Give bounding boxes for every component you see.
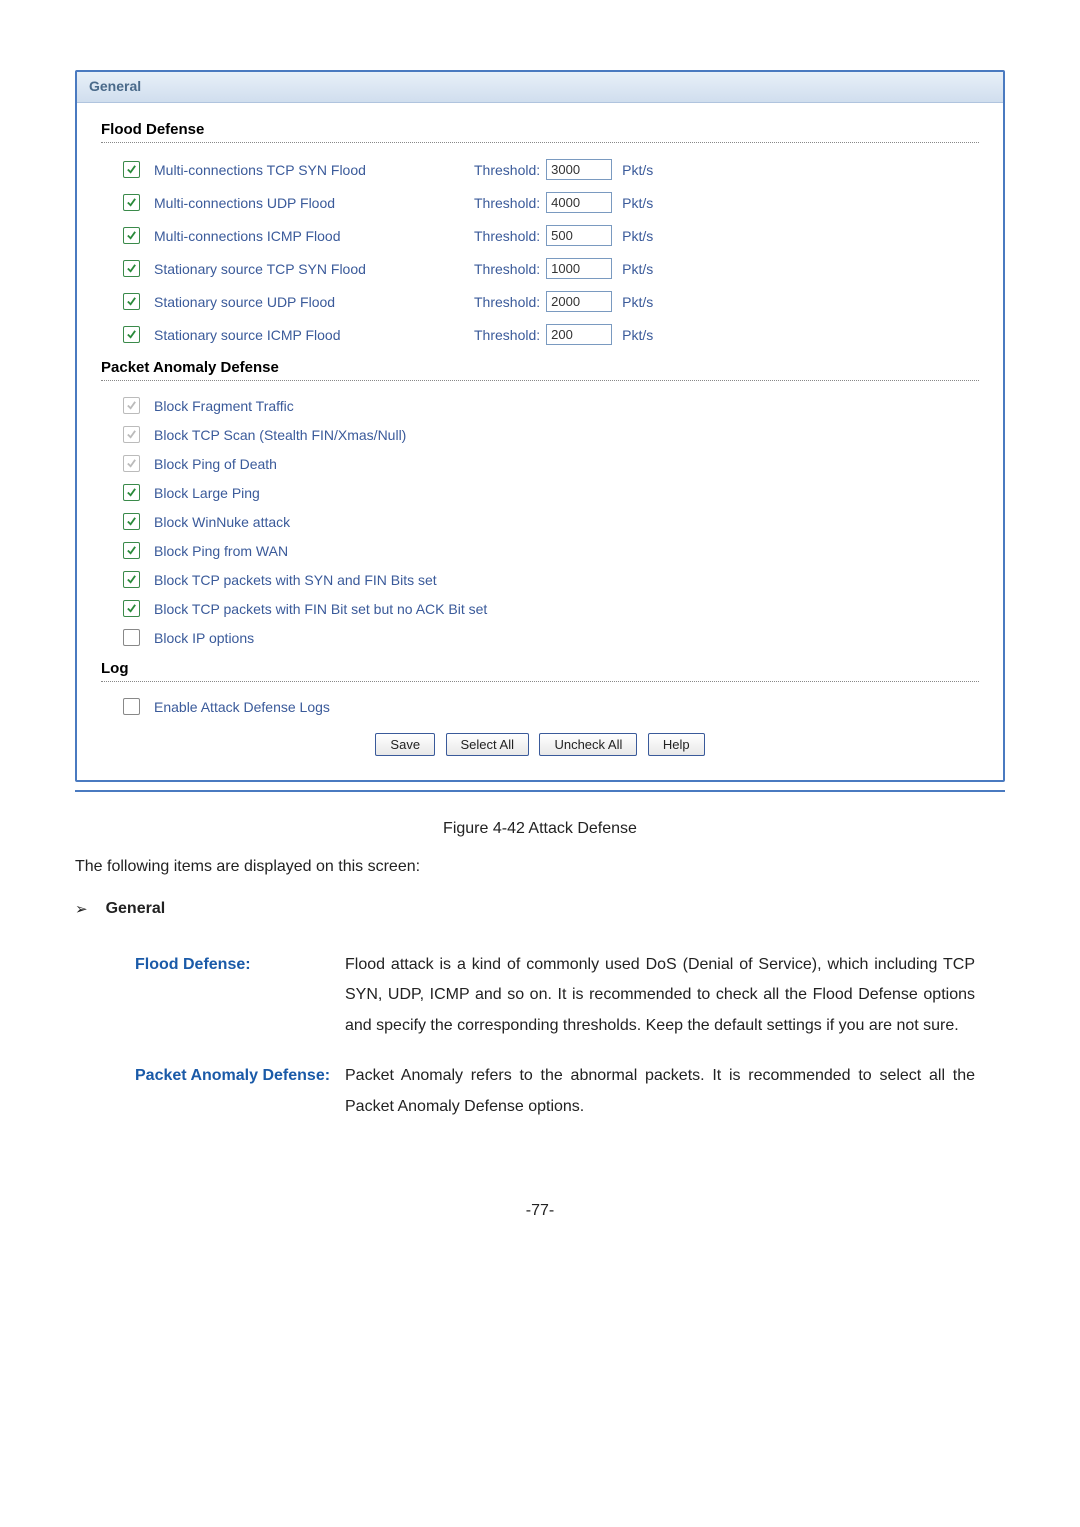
select-all-button[interactable]: Select All — [446, 733, 529, 756]
threshold-input[interactable] — [546, 225, 612, 246]
checkbox[interactable] — [123, 260, 140, 277]
checkbox[interactable] — [123, 161, 140, 178]
packet-label: Block Ping of Death — [154, 456, 277, 472]
packet-row: Block IP options — [101, 623, 979, 652]
tab-general[interactable]: General — [89, 78, 141, 94]
log-label: Enable Attack Defense Logs — [154, 699, 330, 715]
uncheck-all-button[interactable]: Uncheck All — [539, 733, 637, 756]
unit-label: Pkt/s — [622, 261, 653, 277]
log-title: Log — [101, 652, 979, 681]
threshold-input[interactable] — [546, 192, 612, 213]
flood-label: Multi-connections TCP SYN Flood — [154, 162, 474, 178]
checkbox[interactable] — [123, 600, 140, 617]
packet-anomaly-title: Packet Anomaly Defense — [101, 351, 979, 380]
threshold-label: Threshold: — [474, 162, 540, 178]
packet-row: Block Large Ping — [101, 478, 979, 507]
flood-row: Multi-connections ICMP FloodThreshold: Pk… — [101, 219, 979, 252]
log-row: Enable Attack Defense Logs — [101, 692, 979, 721]
packet-label: Block TCP packets with FIN Bit set but n… — [154, 601, 487, 617]
packet-row: Block TCP Scan (Stealth FIN/Xmas/Null) — [101, 420, 979, 449]
config-panel: General Flood Defense Multi-connections … — [75, 70, 1005, 782]
flood-label: Stationary source ICMP Flood — [154, 327, 474, 343]
packet-label: Block Ping from WAN — [154, 543, 288, 559]
checkbox[interactable] — [123, 194, 140, 211]
threshold-input[interactable] — [546, 159, 612, 180]
threshold-input[interactable] — [546, 291, 612, 312]
tab-header: General — [77, 72, 1003, 103]
packet-row: Block TCP packets with SYN and FIN Bits … — [101, 565, 979, 594]
checkbox[interactable] — [123, 227, 140, 244]
packet-row: Block WinNuke attack — [101, 507, 979, 536]
checkbox[interactable] — [123, 571, 140, 588]
description-table: Flood Defense:Flood attack is a kind of … — [135, 940, 975, 1132]
flood-label: Stationary source TCP SYN Flood — [154, 261, 474, 277]
checkbox[interactable] — [123, 698, 140, 715]
packet-label: Block TCP packets with SYN and FIN Bits … — [154, 572, 437, 588]
flood-row: Multi-connections TCP SYN FloodThreshold… — [101, 153, 979, 186]
threshold-label: Threshold: — [474, 327, 540, 343]
save-button[interactable]: Save — [375, 733, 435, 756]
bullet-arrow-icon: ➢ — [75, 900, 88, 918]
threshold-label: Threshold: — [474, 294, 540, 310]
flood-row: Multi-connections UDP FloodThreshold: Pkt… — [101, 186, 979, 219]
checkbox[interactable] — [123, 426, 140, 443]
flood-label: Stationary source UDP Flood — [154, 294, 474, 310]
checkbox[interactable] — [123, 293, 140, 310]
threshold-label: Threshold: — [474, 195, 540, 211]
page-number: -77- — [75, 1202, 1005, 1220]
threshold-input[interactable] — [546, 258, 612, 279]
threshold-input[interactable] — [546, 324, 612, 345]
packet-label: Block TCP Scan (Stealth FIN/Xmas/Null) — [154, 427, 406, 443]
packet-row: Block Ping from WAN — [101, 536, 979, 565]
flood-label: Multi-connections ICMP Flood — [154, 228, 474, 244]
packet-row: Block Fragment Traffic — [101, 391, 979, 420]
figure-caption: Figure 4-42 Attack Defense — [75, 820, 1005, 838]
help-button[interactable]: Help — [648, 733, 705, 756]
checkbox[interactable] — [123, 455, 140, 472]
packet-label: Block Large Ping — [154, 485, 260, 501]
intro-text: The following items are displayed on thi… — [75, 858, 1005, 876]
bullet-general: General — [106, 900, 166, 918]
flood-label: Multi-connections UDP Flood — [154, 195, 474, 211]
checkbox[interactable] — [123, 513, 140, 530]
packet-label: Block Fragment Traffic — [154, 398, 294, 414]
unit-label: Pkt/s — [622, 294, 653, 310]
unit-label: Pkt/s — [622, 327, 653, 343]
unit-label: Pkt/s — [622, 162, 653, 178]
checkbox[interactable] — [123, 397, 140, 414]
flood-row: Stationary source ICMP FloodThreshold: Pk… — [101, 318, 979, 351]
flood-row: Stationary source UDP FloodThreshold: Pkt… — [101, 285, 979, 318]
packet-label: Block IP options — [154, 630, 254, 646]
flood-row: Stationary source TCP SYN FloodThreshold… — [101, 252, 979, 285]
checkbox[interactable] — [123, 542, 140, 559]
checkbox[interactable] — [123, 484, 140, 501]
desc-text: Packet Anomaly refers to the abnormal pa… — [345, 1051, 975, 1132]
desc-label: Flood Defense: — [135, 940, 345, 1051]
threshold-label: Threshold: — [474, 261, 540, 277]
packet-row: Block TCP packets with FIN Bit set but n… — [101, 594, 979, 623]
desc-text: Flood attack is a kind of commonly used … — [345, 940, 975, 1051]
threshold-label: Threshold: — [474, 228, 540, 244]
packet-label: Block WinNuke attack — [154, 514, 290, 530]
flood-defense-title: Flood Defense — [101, 113, 979, 142]
checkbox[interactable] — [123, 629, 140, 646]
unit-label: Pkt/s — [622, 195, 653, 211]
checkbox[interactable] — [123, 326, 140, 343]
unit-label: Pkt/s — [622, 228, 653, 244]
desc-label: Packet Anomaly Defense: — [135, 1051, 345, 1132]
packet-row: Block Ping of Death — [101, 449, 979, 478]
